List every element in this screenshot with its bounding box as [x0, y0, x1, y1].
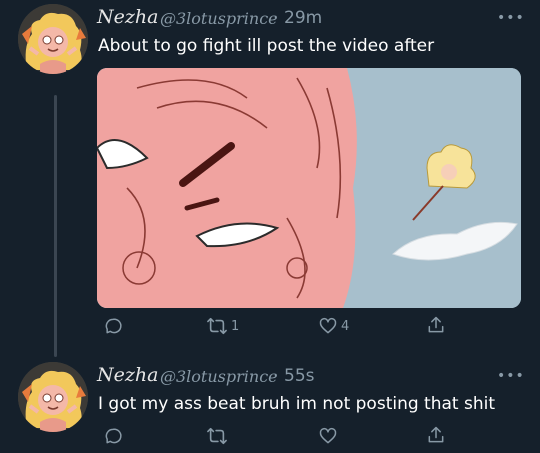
- display-name[interactable]: Nezha: [97, 6, 158, 28]
- reply-icon: [105, 428, 122, 444]
- like-icon: [319, 317, 337, 334]
- reply-icon: [105, 318, 122, 334]
- reply-button[interactable]: [103, 316, 123, 336]
- retweet-count: 1: [231, 318, 240, 334]
- tweet-text: I got my ass beat bruh im not posting th…: [98, 394, 495, 414]
- separator-dot: ·: [273, 8, 279, 28]
- retweet-button[interactable]: 1: [206, 316, 239, 336]
- retweet-icon: [207, 317, 227, 335]
- more-icon[interactable]: •••: [497, 368, 525, 384]
- tweet-media-image[interactable]: [97, 68, 521, 308]
- more-icon[interactable]: •••: [497, 10, 525, 26]
- like-button[interactable]: 4: [318, 316, 349, 336]
- like-count: 4: [341, 318, 350, 334]
- timestamp[interactable]: 55s: [284, 366, 315, 386]
- avatar[interactable]: [18, 4, 88, 74]
- share-icon: [428, 426, 444, 443]
- share-button[interactable]: [426, 425, 446, 445]
- display-name[interactable]: Nezha: [97, 364, 158, 386]
- handle[interactable]: @3lotusprince: [160, 367, 278, 386]
- share-button[interactable]: [426, 315, 446, 335]
- tweet-text: About to go fight ill post the video aft…: [98, 36, 435, 56]
- timestamp[interactable]: 29m: [284, 8, 322, 28]
- avatar[interactable]: [18, 362, 88, 432]
- share-icon: [428, 316, 444, 333]
- retweet-icon: [207, 427, 227, 445]
- thread-connector-line: [54, 95, 57, 357]
- retweet-button[interactable]: [206, 426, 231, 446]
- media-illustration: [97, 68, 521, 308]
- like-button[interactable]: [318, 426, 341, 446]
- like-icon: [319, 427, 337, 444]
- separator-dot: ·: [273, 366, 279, 386]
- avatar-image: [18, 4, 88, 74]
- handle[interactable]: @3lotusprince: [160, 9, 278, 28]
- reply-button[interactable]: [103, 426, 123, 446]
- avatar-image: [18, 362, 88, 432]
